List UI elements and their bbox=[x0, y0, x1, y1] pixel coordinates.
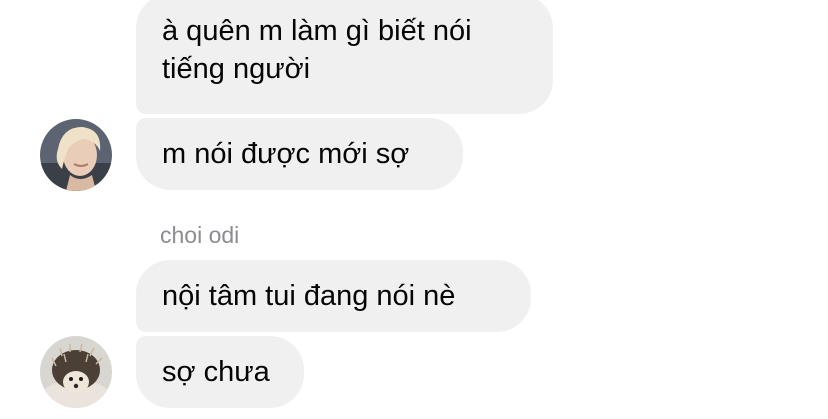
message-bubble[interactable]: nội tâm tui đang nói nè bbox=[136, 260, 531, 332]
message-bubble[interactable]: sợ chưa bbox=[136, 336, 304, 408]
message-text: nội tâm tui đang nói nè bbox=[162, 280, 456, 312]
blonde-person-avatar-icon[interactable] bbox=[40, 119, 112, 191]
message-text: à quên m làm gì biết nói tiếng người bbox=[162, 15, 472, 85]
hedgehog-avatar-icon[interactable] bbox=[40, 336, 112, 408]
sender-name: choi odi bbox=[160, 222, 240, 248]
message-bubble[interactable]: à quên m làm gì biết nói tiếng người bbox=[136, 0, 553, 114]
message-text: sợ chưa bbox=[162, 356, 270, 388]
message-bubble[interactable]: m nói được mới sợ bbox=[136, 118, 463, 190]
message-text: m nói được mới sợ bbox=[162, 138, 410, 170]
